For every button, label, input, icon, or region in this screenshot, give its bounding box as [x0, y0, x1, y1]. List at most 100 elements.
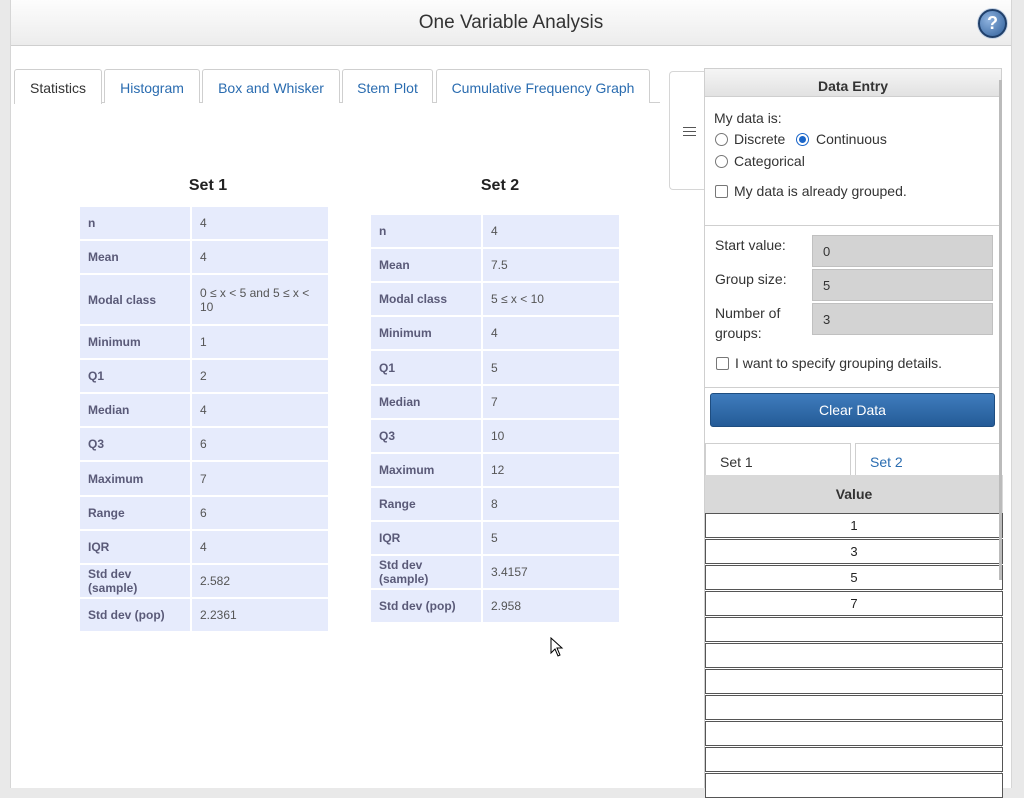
tab-histogram[interactable]: Histogram: [104, 69, 200, 103]
tab-statistics[interactable]: Statistics: [14, 69, 102, 104]
data-set2-tab[interactable]: Set 2: [855, 443, 1001, 475]
value-cell[interactable]: [705, 773, 1003, 798]
stat-row: Minimum 1: [80, 326, 328, 360]
data-set1-tab[interactable]: Set 1: [705, 443, 851, 475]
already-grouped-label[interactable]: My data is already grouped.: [734, 183, 907, 199]
data-entry-header: Data Entry: [705, 69, 1001, 97]
continuous-label[interactable]: Continuous: [816, 131, 887, 147]
specify-grouping-label[interactable]: I want to specify grouping details.: [735, 355, 942, 371]
group-size-input[interactable]: 5: [812, 269, 993, 301]
stat-row: Std dev (pop) 2.2361: [80, 599, 328, 633]
value-cell[interactable]: [705, 747, 1003, 772]
stat-value: 5: [483, 351, 619, 386]
value-cell[interactable]: [705, 669, 1003, 694]
stat-value: 2.582: [192, 565, 328, 599]
discrete-label[interactable]: Discrete: [734, 131, 785, 147]
stat-label: Std dev (pop): [80, 599, 192, 633]
value-cell[interactable]: 3: [705, 539, 1003, 564]
stat-row: Range 8: [371, 488, 619, 522]
stat-row: n4: [371, 215, 619, 249]
stat-row: Modal class 0 ≤ x < 5 and 5 ≤ x < 10: [80, 275, 328, 326]
stat-value: 10: [483, 420, 619, 454]
tab-bar: Statistics Histogram Box and Whisker Ste…: [14, 69, 660, 104]
start-value-label: Start value:: [715, 237, 786, 253]
stat-row: Q1 2: [80, 360, 328, 394]
categorical-radio[interactable]: [715, 155, 728, 168]
stat-value: 6: [192, 428, 328, 462]
stat-label: Minimum: [80, 326, 192, 360]
divider: [705, 225, 1001, 226]
start-value-input[interactable]: 0: [812, 235, 993, 267]
number-of-groups-input[interactable]: 3: [812, 303, 993, 335]
tab-box-and-whisker[interactable]: Box and Whisker: [202, 69, 340, 103]
stat-label: Range: [371, 488, 483, 522]
number-of-groups-label-line1: Number of: [715, 305, 781, 321]
discrete-radio[interactable]: [715, 133, 728, 146]
set1-title: Set 1: [188, 177, 228, 194]
value-cell[interactable]: [705, 695, 1003, 720]
stat-label: IQR: [80, 531, 192, 565]
stat-label: n: [371, 215, 483, 249]
stat-value: 4: [483, 317, 619, 351]
stat-row: Q3 6: [80, 428, 328, 462]
clear-data-button[interactable]: Clear Data: [710, 393, 995, 427]
stat-value: 12: [483, 454, 619, 488]
stat-value: 2.2361: [192, 599, 328, 633]
categorical-label[interactable]: Categorical: [734, 153, 805, 169]
stat-label: Q3: [80, 428, 192, 462]
stat-value: 7: [483, 386, 619, 420]
stat-value: 8: [483, 488, 619, 522]
value-column-header: Value: [705, 475, 1003, 513]
stat-row: Maximum 7: [80, 462, 328, 497]
specify-grouping-checkbox[interactable]: [716, 357, 729, 370]
stat-row: Std dev (sample) 2.582: [80, 565, 328, 599]
stat-label: Q1: [80, 360, 192, 394]
stat-value: 1: [192, 326, 328, 360]
set1-statistics-table: n 4 Mean 4 Modal class 0 ≤ x < 5 and 5 ≤ x < …: [80, 207, 328, 633]
stat-value: 5 ≤ x < 10: [483, 283, 619, 317]
title-bar: One Variable Analysis: [11, 0, 1011, 46]
stat-row: Minimum 4: [371, 317, 619, 351]
stat-row: Mean 4: [80, 241, 328, 275]
value-cell[interactable]: 5: [705, 565, 1003, 590]
stat-row: Median 4: [80, 394, 328, 428]
value-cell[interactable]: 7: [705, 591, 1003, 616]
value-cell[interactable]: [705, 617, 1003, 642]
already-grouped-checkbox[interactable]: [715, 185, 728, 198]
mouse-cursor-icon: [550, 637, 564, 657]
stat-value: 0 ≤ x < 5 and 5 ≤ x < 10: [192, 275, 328, 326]
stat-row: Median 7: [371, 386, 619, 420]
panel-scrollbar[interactable]: [999, 80, 1002, 580]
stat-row: Maximum 12: [371, 454, 619, 488]
value-cell[interactable]: [705, 643, 1003, 668]
group-size-label: Group size:: [715, 271, 787, 287]
value-cell[interactable]: [705, 721, 1003, 746]
stat-row: Std dev (sample) 3.4157: [371, 556, 619, 590]
stat-label: Median: [80, 394, 192, 428]
stat-value: 4: [192, 207, 328, 241]
menu-icon: [683, 127, 696, 139]
stat-label: Modal class: [80, 275, 192, 326]
stat-label: Std dev (pop): [371, 590, 483, 624]
value-cell[interactable]: 1: [705, 513, 1003, 538]
stat-label: n: [80, 207, 192, 241]
stat-value: 7: [192, 462, 328, 497]
stat-label: Mean: [80, 241, 192, 275]
tab-cumulative-frequency-graph[interactable]: Cumulative Frequency Graph: [436, 69, 650, 103]
stat-value: 4: [192, 241, 328, 275]
stat-label: Maximum: [80, 462, 192, 497]
stat-label: Mean: [371, 249, 483, 283]
stat-label: IQR: [371, 522, 483, 556]
panel-toggle-button[interactable]: [669, 71, 705, 190]
stat-label: Median: [371, 386, 483, 420]
stat-value: 4: [192, 531, 328, 565]
set2-title: Set 2: [480, 177, 520, 194]
stat-label: Range: [80, 497, 192, 531]
tab-stem-plot[interactable]: Stem Plot: [342, 69, 433, 103]
help-icon[interactable]: ?: [978, 9, 1007, 38]
stat-row: IQR 4: [80, 531, 328, 565]
continuous-radio[interactable]: [796, 133, 809, 146]
set2-statistics-table: n 4 Mean 7.5 Modal class 5 ≤ x < 10 Minimum 4 Q1…: [371, 215, 619, 624]
stat-value: 2: [192, 360, 328, 394]
stat-label: Std dev (sample): [80, 565, 192, 599]
